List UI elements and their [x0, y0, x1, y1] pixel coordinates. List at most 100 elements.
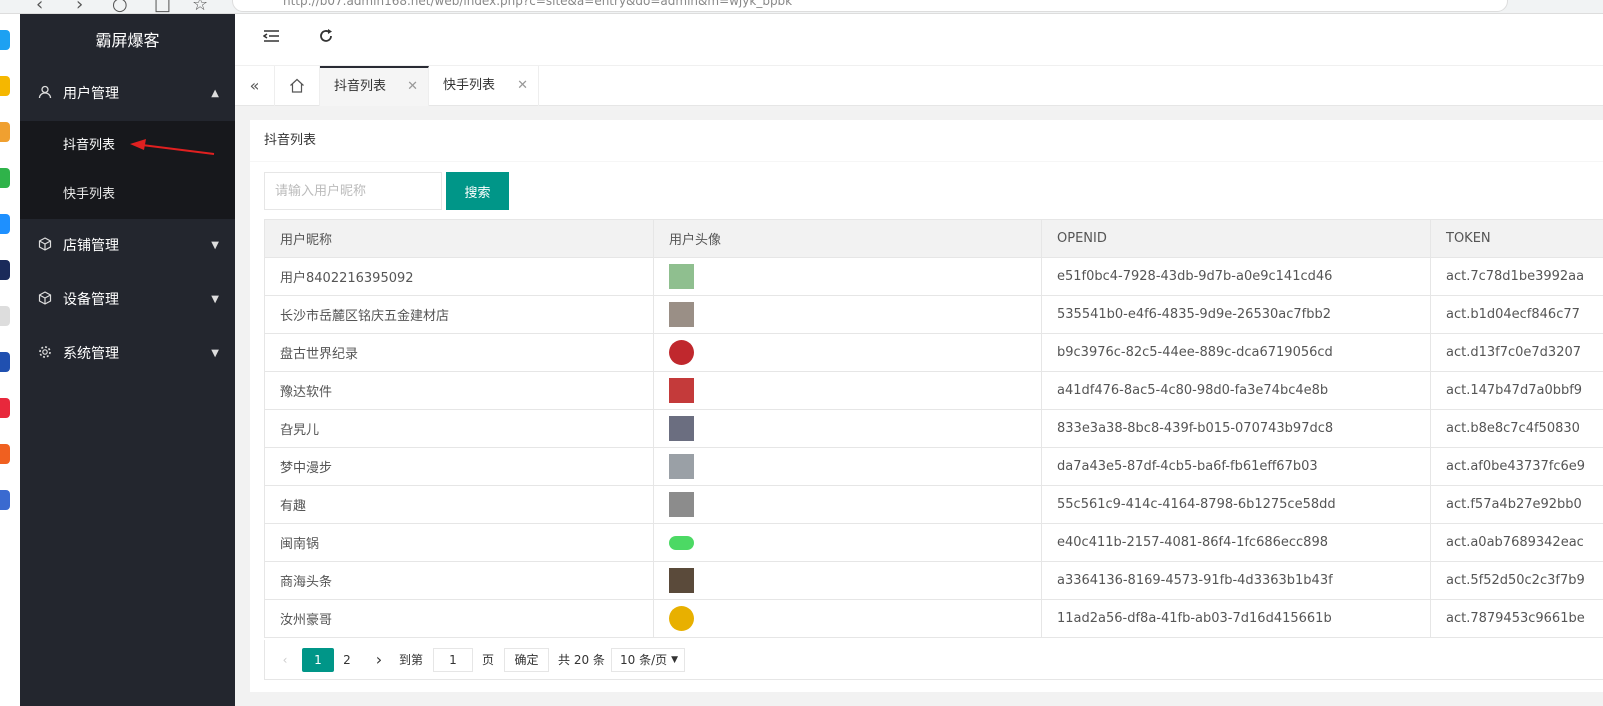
caret-down-icon: ▼ [671, 655, 678, 665]
avatar-cell [653, 447, 1042, 486]
menu-label: 用户管理 [63, 86, 119, 102]
brand-logo: 霸屏爆客 [95, 31, 160, 50]
token-cell: act.7c78d1be3992aa [1430, 257, 1603, 296]
avatar-cell [653, 257, 1042, 296]
menu-label: 设备管理 [63, 292, 119, 308]
address-bar[interactable]: http://b07.admin168.net/web/index.php?c=… [232, 0, 1508, 12]
openid-cell: e51f0bc4-7928-43db-9d7b-a0e9c141cd46 [1041, 257, 1431, 296]
sidebar: 霸屏爆客 用户管理 ▲ 抖音列表 快手列表 店铺管理 ▼ 设备管理 ▼ 系统管理 [20, 14, 235, 706]
dock-app-icon[interactable] [0, 490, 10, 510]
openid-cell: da7a43e5-87df-4cb5-ba6f-fb61eff67b03 [1041, 447, 1431, 486]
gear-icon [38, 327, 52, 381]
avatar [669, 606, 694, 631]
page-button-1[interactable]: 1 [302, 648, 334, 672]
nickname-cell: 用户8402216395092 [264, 257, 654, 296]
dock-app-icon[interactable] [0, 30, 10, 50]
menu-label: 店铺管理 [63, 238, 119, 254]
bookmark-icon[interactable]: ☆ [192, 0, 208, 13]
dock-app-icon[interactable] [0, 168, 10, 188]
annotation-arrow-icon [130, 139, 215, 155]
close-icon[interactable]: ✕ [407, 68, 418, 106]
back-icon[interactable]: ‹ [36, 0, 43, 13]
avatar [669, 535, 694, 550]
submenu-label: 快手列表 [63, 187, 116, 202]
column-header: 用户昵称 [264, 219, 654, 258]
page-size-value: 10 条/页 [620, 653, 668, 667]
goto-confirm-button[interactable]: 确定 [504, 648, 549, 672]
table-row: 旮旯儿 833e3a38-8bc8-439f-b015-070743b97dc8 a… [264, 409, 1603, 448]
dock-app-icon[interactable] [0, 306, 10, 326]
dock-app-icon[interactable] [0, 260, 10, 280]
dock-app-icon[interactable] [0, 214, 10, 234]
submenu-item-kuaishou-list[interactable]: 快手列表 [20, 170, 235, 219]
menu-label: 系统管理 [63, 346, 119, 362]
next-page-icon[interactable]: › [371, 648, 387, 672]
goto-page-input[interactable]: 1 [433, 648, 473, 672]
openid-cell: 11ad2a56-df8a-41fb-ab03-7d16d415661b [1041, 599, 1431, 638]
tab-label: 抖音列表 [334, 79, 387, 94]
cube-icon [38, 273, 52, 327]
tab-douyin-list[interactable]: 抖音列表 ✕ [320, 66, 429, 106]
table-row: 盘古世界纪录 b9c3976c-82c5-44ee-889c-dca6719056… [264, 333, 1603, 372]
home-tab-icon[interactable] [275, 66, 320, 106]
column-header: 用户头像 [653, 219, 1042, 258]
nickname-cell: 盘古世界纪录 [264, 333, 654, 372]
tab-bar: « 抖音列表 ✕ 快手列表 ✕ [235, 66, 1603, 106]
caret-down-icon: ▼ [211, 348, 219, 359]
avatar [669, 378, 694, 403]
avatar-cell [653, 485, 1042, 524]
reload-icon[interactable]: ○ [112, 0, 128, 13]
token-cell: act.d13f7c0e7d3207 [1430, 333, 1603, 372]
close-icon[interactable]: ✕ [517, 66, 528, 106]
avatar [669, 302, 694, 327]
avatar [669, 492, 694, 517]
openid-cell: b9c3976c-82c5-44ee-889c-dca6719056cd [1041, 333, 1431, 372]
avatar [669, 264, 694, 289]
total-count-label: 共 20 条 [558, 653, 605, 667]
dock-app-icon[interactable] [0, 398, 10, 418]
goto-suffix-label: 页 [482, 653, 495, 667]
menu-system-management[interactable]: 系统管理 ▼ [20, 327, 235, 381]
double-left-icon[interactable]: « [235, 66, 275, 106]
table-row: 梦中漫步 da7a43e5-87df-4cb5-ba6f-fb61eff67b03… [264, 447, 1603, 486]
avatar-cell [653, 599, 1042, 638]
user-table: 用户昵称 用户头像 OPENID TOKEN 用户8402216395092 e5… [264, 219, 1603, 638]
list-card: 抖音列表 搜索 用户昵称 用户头像 OPENID TOKEN 用户8402216… [250, 120, 1603, 692]
cube-icon [38, 219, 52, 273]
menu-user-management[interactable]: 用户管理 ▲ [20, 67, 235, 121]
dock-app-icon[interactable] [0, 76, 10, 96]
token-cell: act.b8e8c7c4f50830 [1430, 409, 1603, 448]
table-row: 闽南锅 e40c411b-2157-4081-86f4-1fc686ecc898 a… [264, 523, 1603, 562]
token-cell: act.f57a4b27e92bb0 [1430, 485, 1603, 524]
goto-prefix-label: 到第 [399, 653, 424, 667]
prev-page-icon[interactable]: ‹ [277, 648, 293, 672]
page-button-2[interactable]: 2 [337, 648, 357, 672]
user-icon [38, 67, 52, 121]
home-icon[interactable]: □ [154, 0, 171, 13]
nickname-cell: 旮旯儿 [264, 409, 654, 448]
menu-fold-icon[interactable] [262, 28, 280, 48]
token-cell: act.af0be43737fc6e9 [1430, 447, 1603, 486]
tab-kuaishou-list[interactable]: 快手列表 ✕ [429, 66, 539, 106]
caret-down-icon: ▼ [211, 294, 219, 305]
dock-app-icon[interactable] [0, 352, 10, 372]
avatar [669, 416, 694, 441]
page-size-select[interactable]: 10 条/页 ▼ [611, 648, 685, 672]
refresh-icon[interactable] [318, 28, 334, 49]
avatar-cell [653, 409, 1042, 448]
nickname-cell: 闽南锅 [264, 523, 654, 562]
column-header: TOKEN [1430, 219, 1603, 258]
nickname-cell: 长沙市岳麓区铭庆五金建材店 [264, 295, 654, 334]
table-row: 商海头条 a3364136-8169-4573-91fb-4d3363b1b43f… [264, 561, 1603, 600]
menu-store-management[interactable]: 店铺管理 ▼ [20, 219, 235, 273]
dock-app-icon[interactable] [0, 444, 10, 464]
forward-icon[interactable]: › [76, 0, 83, 13]
menu-device-management[interactable]: 设备管理 ▼ [20, 273, 235, 327]
desktop-dock [0, 14, 20, 706]
search-button[interactable]: 搜索 [446, 172, 509, 210]
openid-cell: e40c411b-2157-4081-86f4-1fc686ecc898 [1041, 523, 1431, 562]
nickname-search-input[interactable] [264, 172, 442, 210]
card-title: 抖音列表 [250, 120, 1603, 162]
dock-app-icon[interactable] [0, 122, 10, 142]
table-row: 豫达软件 a41df476-8ac5-4c80-98d0-fa3e74bc4e8b… [264, 371, 1603, 410]
